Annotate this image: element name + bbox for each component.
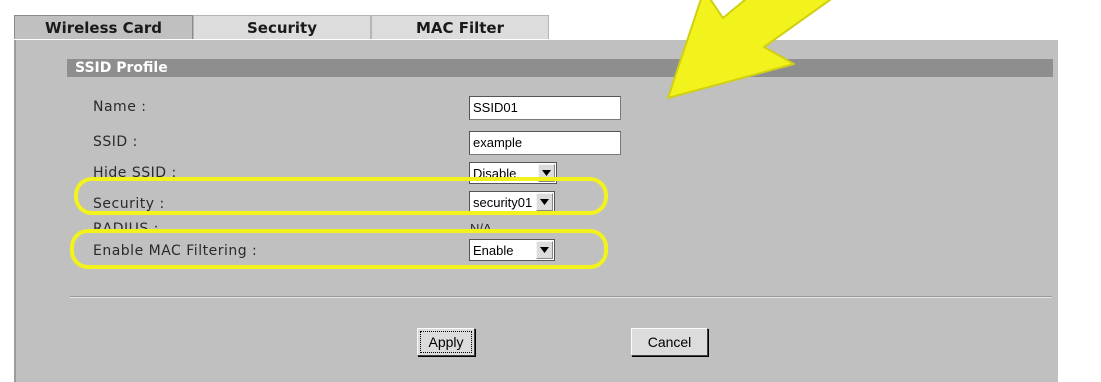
main-panel: SSID Profile Name : SSID01 SSID : exampl… — [14, 40, 1058, 382]
dropdown-arrow-icon[interactable] — [536, 241, 553, 259]
divider — [70, 296, 1052, 298]
mac-filtering-label: Enable MAC Filtering : — [93, 243, 258, 259]
section-title: SSID Profile — [67, 59, 1053, 77]
security-value: security01 — [473, 194, 533, 210]
dropdown-arrow-icon[interactable] — [536, 193, 553, 211]
security-select[interactable]: security01 — [469, 191, 555, 213]
tab-wireless-card[interactable]: Wireless Card — [14, 15, 193, 39]
tab-mac-filter[interactable]: MAC Filter — [371, 15, 549, 39]
ssid-input[interactable]: example — [469, 131, 621, 155]
mac-filtering-value: Enable — [473, 242, 514, 258]
name-input[interactable]: SSID01 — [469, 96, 621, 120]
radius-value: N/A — [470, 221, 492, 236]
name-label: Name : — [93, 99, 147, 115]
tab-security[interactable]: Security — [193, 15, 371, 39]
dropdown-arrow-icon[interactable] — [538, 164, 555, 182]
mac-filtering-select[interactable]: Enable — [469, 239, 555, 261]
apply-button[interactable]: Apply — [417, 328, 475, 356]
security-label: Security : — [93, 196, 165, 212]
ssid-label: SSID : — [93, 134, 138, 150]
cancel-button[interactable]: Cancel — [631, 328, 708, 356]
hide-ssid-select[interactable]: Disable — [469, 162, 557, 184]
tab-bar: Wireless Card Security MAC Filter — [14, 13, 1056, 43]
hide-ssid-label: Hide SSID : — [93, 165, 177, 181]
hide-ssid-value: Disable — [473, 165, 517, 181]
radius-label: RADIUS : — [93, 221, 159, 237]
